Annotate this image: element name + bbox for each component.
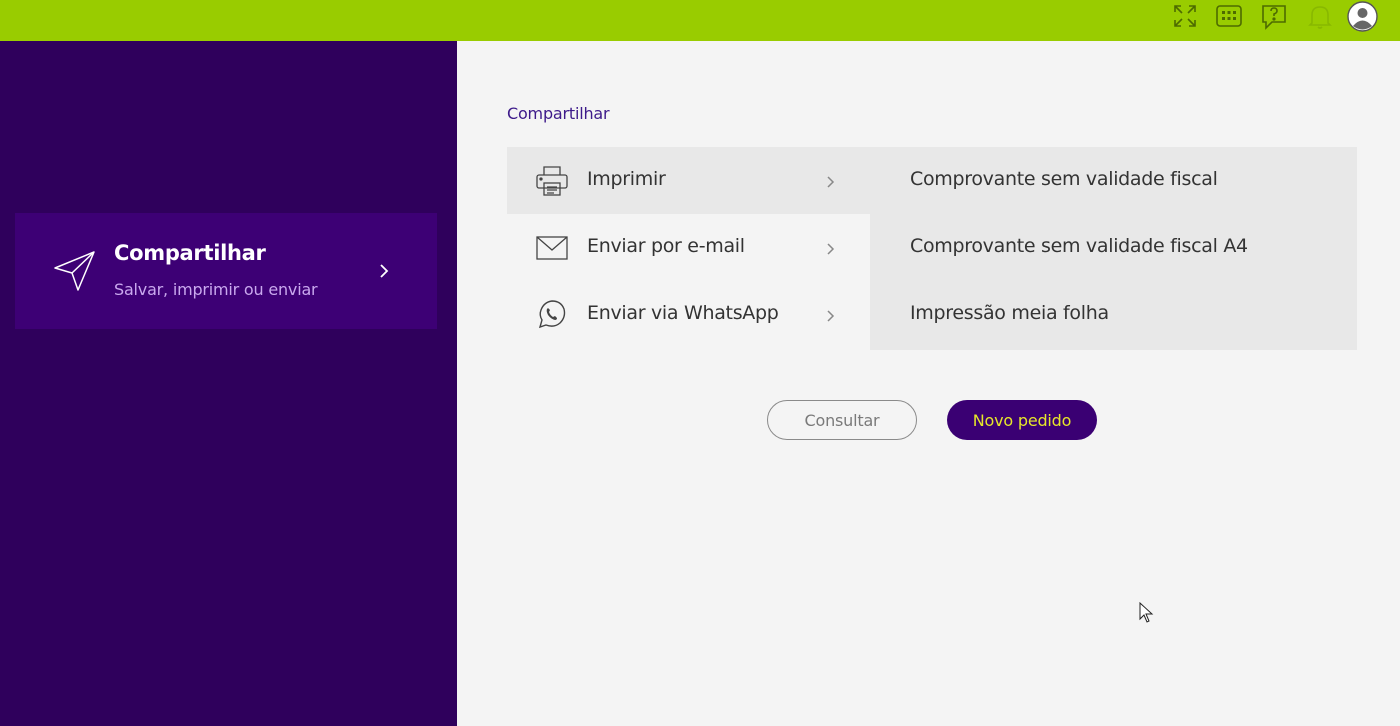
chevron-right-icon — [825, 308, 835, 327]
menu-item-email[interactable]: Enviar por e-mail — [507, 214, 870, 281]
top-bar — [0, 0, 1400, 41]
menu-item-print[interactable]: Imprimir — [507, 147, 870, 214]
menu-item-label: Enviar por e-mail — [587, 235, 745, 257]
bell-icon[interactable] — [1306, 2, 1334, 30]
section-title: Compartilhar — [507, 104, 610, 123]
consult-button[interactable]: Consultar — [767, 400, 917, 440]
menu-item-label: Enviar via WhatsApp — [587, 302, 779, 324]
submenu-item-half-sheet[interactable]: Impressão meia folha — [870, 281, 1357, 348]
envelope-icon — [535, 232, 569, 264]
share-options-menu: Imprimir Enviar por e-mail Enviar via Wh… — [507, 147, 870, 348]
chevron-right-icon — [825, 241, 835, 260]
submenu-item-label: Comprovante sem validade fiscal A4 — [910, 235, 1248, 257]
mouse-cursor-icon — [1139, 601, 1155, 628]
menu-item-label: Imprimir — [587, 168, 666, 190]
menu-item-whatsapp[interactable]: Enviar via WhatsApp — [507, 281, 870, 348]
whatsapp-icon — [535, 299, 569, 331]
keyboard-icon[interactable] — [1215, 2, 1243, 30]
sidebar: Compartilhar Salvar, imprimir ou enviar — [0, 41, 457, 726]
fullscreen-icon[interactable] — [1171, 2, 1199, 30]
share-card-subtitle: Salvar, imprimir ou enviar — [114, 280, 318, 299]
submenu-item-label: Comprovante sem validade fiscal — [910, 168, 1218, 190]
main-panel: Compartilhar Imprimir Enviar por e-mail … — [457, 41, 1400, 726]
share-card-title: Compartilhar — [114, 241, 266, 265]
user-avatar-icon[interactable] — [1346, 0, 1378, 32]
print-options-submenu: Comprovante sem validade fiscal Comprova… — [870, 147, 1357, 350]
help-icon[interactable] — [1260, 2, 1288, 30]
new-order-button[interactable]: Novo pedido — [947, 400, 1097, 440]
submenu-item-label: Impressão meia folha — [910, 302, 1109, 324]
share-card[interactable]: Compartilhar Salvar, imprimir ou enviar — [15, 213, 437, 329]
submenu-item-receipt[interactable]: Comprovante sem validade fiscal — [870, 147, 1357, 214]
paper-plane-icon — [53, 249, 97, 297]
chevron-right-icon — [377, 262, 391, 284]
submenu-item-receipt-a4[interactable]: Comprovante sem validade fiscal A4 — [870, 214, 1357, 281]
printer-icon — [535, 165, 569, 197]
chevron-right-icon — [825, 174, 835, 193]
